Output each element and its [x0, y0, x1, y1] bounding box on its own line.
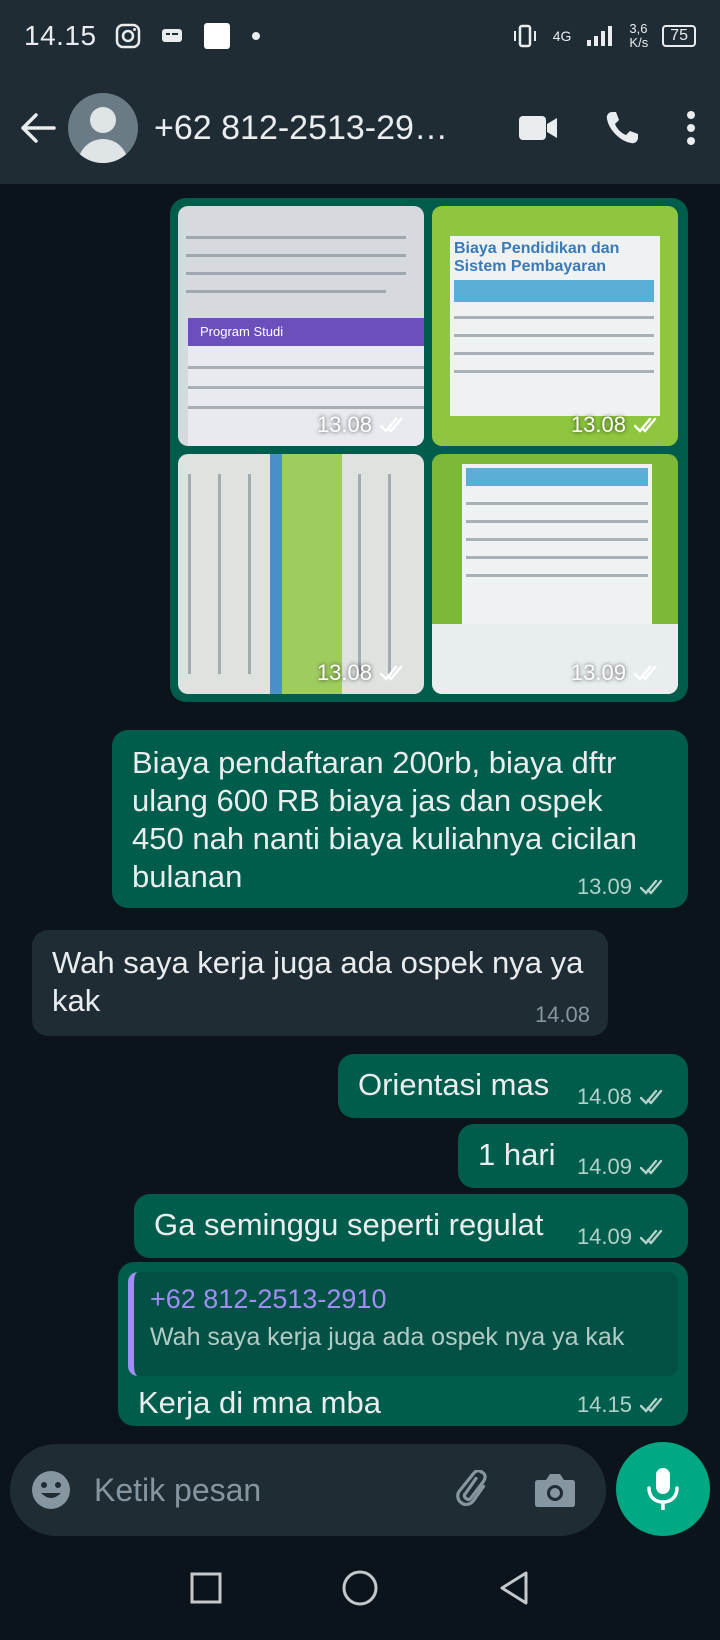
signal-icon — [587, 26, 613, 46]
double-check-icon — [640, 879, 663, 895]
quoted-sender: +62 812-2513-2910 — [150, 1284, 387, 1314]
message-time: 14.15 — [576, 1392, 632, 1417]
double-check-icon — [380, 665, 403, 681]
photo-thumbnail[interactable]: Biaya Pendidikan dan Sistem Pembayaran 1… — [432, 206, 678, 446]
double-check-icon — [380, 417, 403, 433]
quoted-text: Wah saya kerja juga ada ospek nya ya kak — [150, 1323, 625, 1351]
outgoing-message[interactable]: Orientasi mas 14.08 — [338, 1054, 688, 1118]
photo-thumbnail[interactable]: 13.09 — [432, 454, 678, 694]
double-check-icon — [634, 665, 657, 681]
back-triangle-icon[interactable] — [498, 1570, 530, 1606]
status-time: 14.15 — [24, 20, 97, 51]
back-arrow-icon[interactable] — [16, 106, 60, 150]
outgoing-message[interactable]: 1 hari 14.09 — [458, 1124, 688, 1188]
image-album-bubble[interactable]: Program Studi 13.08 Biaya Pendidikan dan… — [170, 198, 688, 702]
outgoing-reply-message[interactable]: +62 812-2513-2910 Wah saya kerja juga ad… — [118, 1262, 688, 1426]
incoming-message[interactable]: Wah saya kerja juga ada ospek nya ya kak… — [32, 930, 608, 1036]
biaya-title: Biaya Pendidikan dan Sistem Pembayaran — [454, 240, 620, 275]
chat-header: +62 812-2513-29… — [0, 72, 720, 184]
message-time: 14.09 — [576, 1154, 632, 1179]
outgoing-message[interactable]: Ga seminggu seperti regulat 14.09 — [134, 1194, 688, 1258]
double-check-icon — [640, 1397, 663, 1413]
attach-icon[interactable] — [454, 1470, 494, 1510]
system-nav-bar — [0, 1536, 720, 1640]
dot-icon — [251, 32, 260, 40]
message-notification-icon — [161, 29, 182, 42]
image-time: 13.08 — [570, 412, 626, 437]
avatar[interactable] — [68, 93, 138, 163]
message-text: Kerja di mna mba — [138, 1385, 381, 1420]
message-text: Wah saya kerja juga ada ospek nya ya kak — [52, 945, 584, 1018]
message-text: Orientasi mas — [358, 1067, 550, 1102]
image-time: 13.08 — [316, 412, 372, 437]
message-text: Ga seminggu seperti regulat — [154, 1207, 544, 1242]
double-check-icon — [634, 417, 657, 433]
more-vert-icon[interactable] — [686, 111, 696, 145]
message-time: 14.08 — [534, 1002, 590, 1027]
vibrate-icon — [513, 24, 536, 48]
video-call-icon[interactable] — [518, 115, 558, 141]
network-type: 4G — [552, 28, 572, 44]
contact-name[interactable]: +62 812-2513-29… — [154, 109, 464, 148]
photo-thumbnail[interactable]: Program Studi 13.08 — [178, 206, 424, 446]
message-time: 14.09 — [576, 1224, 632, 1249]
message-time: 13.09 — [576, 874, 632, 899]
notification-square-icon — [203, 23, 230, 49]
chat-area[interactable]: Program Studi 13.08 Biaya Pendidikan dan… — [0, 184, 720, 1444]
status-bar: 14.15 4G 3,6 K/s 75 — [0, 0, 720, 72]
mic-button[interactable] — [616, 1442, 710, 1536]
message-input[interactable]: Ketik pesan — [94, 1472, 261, 1509]
double-check-icon — [640, 1159, 663, 1175]
network-speed-value: 3,6 — [629, 21, 648, 36]
phone-icon[interactable] — [604, 110, 640, 146]
mic-icon — [647, 1468, 679, 1510]
battery-indicator: 75 — [662, 25, 696, 47]
home-circle-icon[interactable] — [341, 1569, 379, 1607]
program-studi-banner: Program Studi — [188, 318, 424, 346]
message-time: 14.08 — [576, 1084, 632, 1109]
emoji-icon[interactable] — [30, 1469, 72, 1511]
recents-square-icon[interactable] — [190, 1572, 222, 1604]
double-check-icon — [640, 1089, 663, 1105]
message-composer[interactable]: Ketik pesan — [10, 1444, 606, 1536]
network-speed-unit: K/s — [629, 35, 649, 50]
instagram-icon — [115, 23, 140, 49]
image-time: 13.09 — [570, 660, 626, 685]
camera-icon[interactable] — [534, 1472, 576, 1508]
double-check-icon — [640, 1229, 663, 1245]
outgoing-message[interactable]: Biaya pendaftaran 200rb, biaya dftr ulan… — [112, 730, 688, 908]
image-time: 13.08 — [316, 660, 372, 685]
quoted-message[interactable]: +62 812-2513-2910 Wah saya kerja juga ad… — [128, 1272, 678, 1376]
message-text: 1 hari — [478, 1137, 556, 1172]
photo-thumbnail[interactable]: 13.08 — [178, 454, 424, 694]
